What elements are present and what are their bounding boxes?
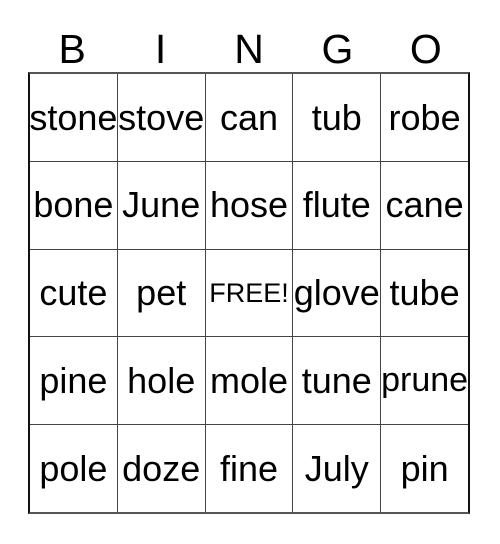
bingo-cell-label: bone — [33, 184, 114, 226]
bingo-cell-b1[interactable]: stone — [30, 74, 117, 161]
bingo-cell-label: hole — [127, 359, 196, 401]
bingo-cell-label: fine — [219, 447, 279, 489]
bingo-grid: stone stove can tub robe bone June hose … — [28, 72, 470, 514]
bingo-cell-label: pole — [39, 447, 108, 489]
bingo-row: bone June hose flute cane — [30, 160, 468, 249]
bingo-cell-g4[interactable]: tune — [292, 337, 381, 425]
bingo-cell-free-space[interactable]: FREE! — [204, 249, 293, 337]
bingo-cell-i2[interactable]: June — [116, 161, 205, 249]
bingo-cell-n4[interactable]: mole — [204, 337, 293, 425]
bingo-cell-b3[interactable]: cute — [30, 249, 117, 337]
bingo-cell-label: stove — [118, 96, 205, 138]
bingo-cell-label: stone — [30, 96, 117, 138]
bingo-row: pine hole mole tune prune — [30, 336, 468, 425]
bingo-cell-label: robe — [388, 96, 461, 138]
bingo-cell-i5[interactable]: doze — [116, 425, 205, 512]
bingo-row: cute pet FREE! glove tube — [30, 248, 468, 337]
bingo-cell-label: July — [304, 447, 369, 489]
bingo-cell-b5[interactable]: pole — [30, 425, 117, 512]
bingo-cell-o4[interactable]: prune — [380, 337, 468, 425]
bingo-row: pole doze fine July pin — [30, 424, 468, 512]
bingo-cell-o1[interactable]: robe — [380, 74, 468, 161]
bingo-header-row: B I N G O — [28, 18, 470, 72]
bingo-cell-o3[interactable]: tube — [380, 249, 468, 337]
bingo-cell-g1[interactable]: tub — [292, 74, 381, 161]
bingo-cell-label: glove — [293, 272, 380, 314]
bingo-row: stone stove can tub robe — [30, 74, 468, 161]
bingo-cell-label: pet — [136, 272, 187, 314]
bingo-cell-label: can — [219, 96, 279, 138]
bingo-free-space-label: FREE! — [209, 277, 289, 308]
bingo-cell-n5[interactable]: fine — [204, 425, 293, 512]
bingo-cell-label: cane — [385, 184, 464, 226]
bingo-header-letter-g: G — [321, 26, 354, 72]
bingo-header-letter-b: B — [58, 26, 86, 72]
bingo-cell-i4[interactable]: hole — [116, 337, 205, 425]
bingo-header-letter-i: I — [154, 26, 167, 72]
bingo-cell-label: prune — [381, 360, 468, 399]
bingo-cell-b2[interactable]: bone — [30, 161, 117, 249]
bingo-cell-b4[interactable]: pine — [30, 337, 117, 425]
bingo-cell-label: tub — [311, 96, 362, 138]
bingo-cell-label: tube — [389, 272, 460, 314]
bingo-cell-label: June — [122, 184, 201, 226]
bingo-cell-label: pine — [39, 359, 108, 401]
bingo-cell-g5[interactable]: July — [292, 425, 381, 512]
bingo-cell-label: tune — [301, 359, 372, 401]
bingo-header-letter-n: N — [234, 26, 264, 72]
bingo-cell-g2[interactable]: flute — [292, 161, 381, 249]
bingo-cell-i3[interactable]: pet — [116, 249, 205, 337]
bingo-cell-label: cute — [39, 272, 108, 314]
bingo-cell-i1[interactable]: stove — [116, 74, 205, 161]
bingo-cell-label: hose — [209, 184, 289, 226]
bingo-cell-label: pin — [400, 447, 449, 489]
bingo-header-letter-o: O — [409, 26, 442, 72]
bingo-cell-label: mole — [209, 359, 288, 401]
bingo-cell-label: flute — [302, 184, 371, 226]
bingo-cell-g3[interactable]: glove — [292, 249, 381, 337]
bingo-cell-label: doze — [122, 447, 201, 489]
bingo-card: B I N G O stone stove can tub robe bone … — [0, 0, 500, 544]
bingo-cell-o2[interactable]: cane — [380, 161, 468, 249]
bingo-cell-n1[interactable]: can — [204, 74, 293, 161]
bingo-cell-n2[interactable]: hose — [204, 161, 293, 249]
bingo-cell-o5[interactable]: pin — [380, 425, 468, 512]
